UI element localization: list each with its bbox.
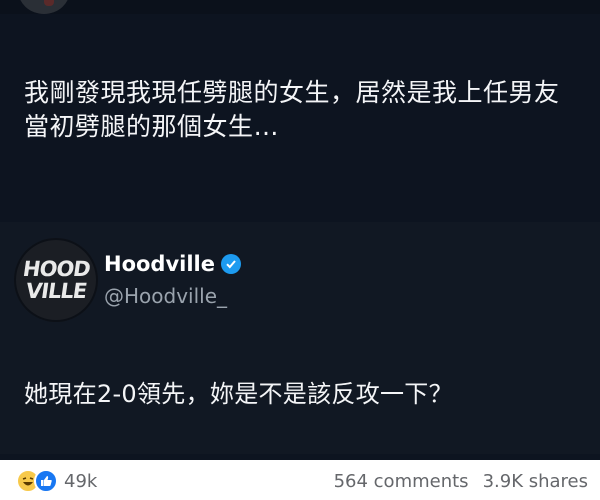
reactions-summary[interactable]: 49k [16, 469, 97, 493]
verified-badge-icon [221, 254, 241, 274]
logo-line1: HOOD [20, 257, 92, 281]
post-text: 我剛發現我現任劈腿的女生，居然是我上任男友當初劈腿的那個女生… [24, 78, 560, 141]
comments-count[interactable]: 564 comments [334, 471, 469, 492]
logo-line2: VILLE [24, 279, 88, 303]
account-handle[interactable]: @Hoodville_ [104, 284, 227, 308]
post-stats: 564 comments 3.9K shares [334, 471, 588, 492]
account-name-text: Hoodville [104, 252, 215, 276]
hoodville-avatar[interactable]: HOOD VILLE [14, 238, 98, 322]
reaction-count: 49k [64, 470, 98, 492]
like-reaction-icon [34, 469, 58, 493]
quoted-post-text: 她現在2-0領先，妳是不是該反攻一下？ [24, 380, 453, 408]
shares-count[interactable]: 3.9K shares [483, 471, 588, 492]
hoodville-logo: HOOD VILLE [20, 254, 92, 306]
account-name[interactable]: Hoodville [104, 252, 241, 276]
post-footer: 49k 564 comments 3.9K shares [0, 460, 600, 500]
top-strip [0, 0, 600, 14]
